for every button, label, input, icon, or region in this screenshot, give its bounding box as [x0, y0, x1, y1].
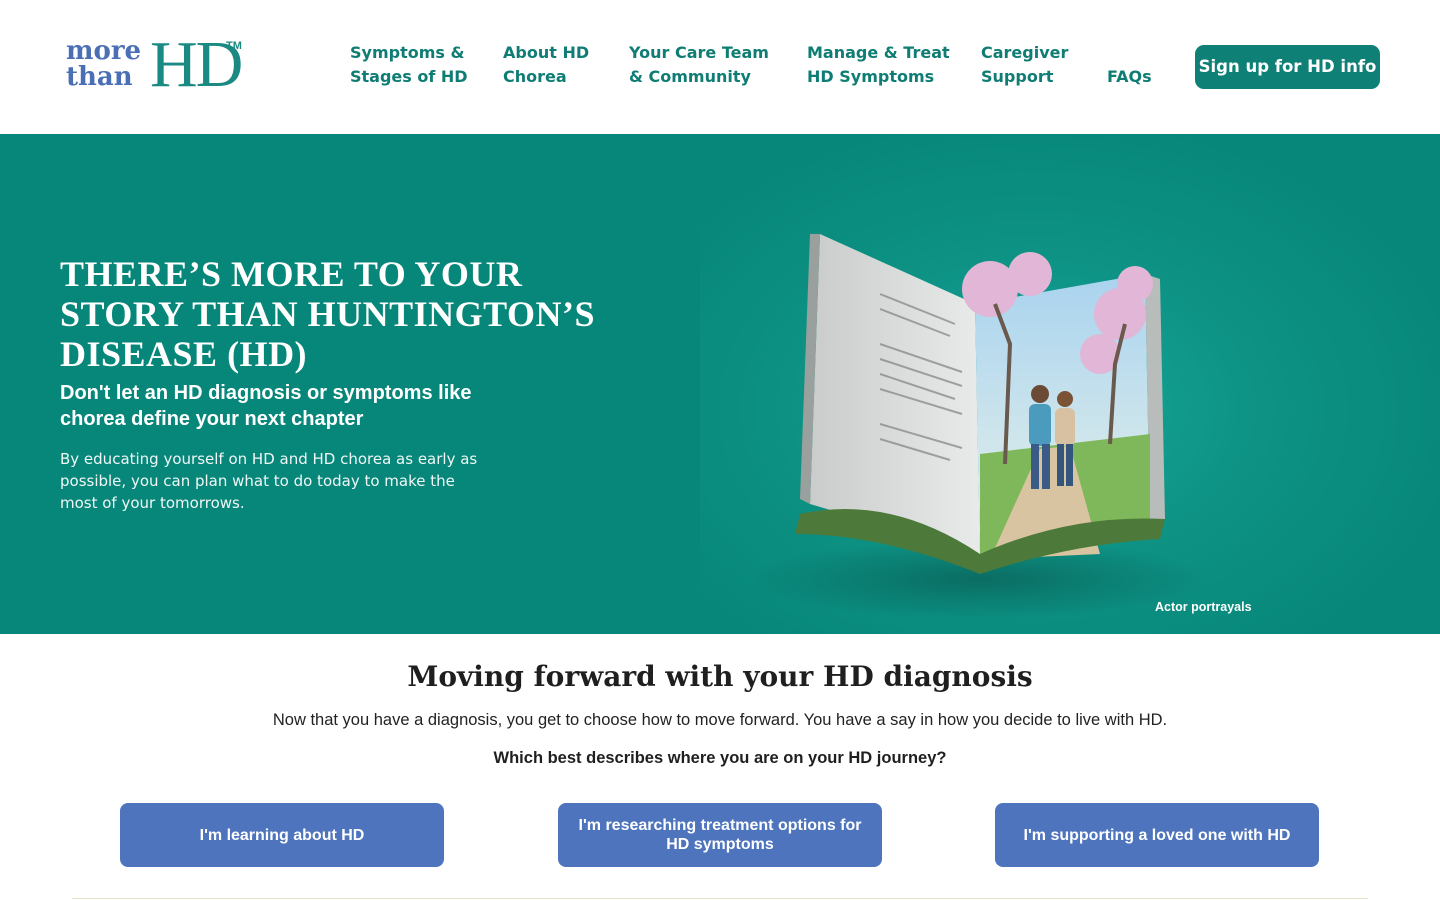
- journey-option-researching[interactable]: I'm researching treatment options for HD…: [558, 803, 882, 867]
- nav-symptoms-stages[interactable]: Symptoms & Stages of HD: [350, 41, 468, 89]
- journey-option-supporting[interactable]: I'm supporting a loved one with HD: [995, 803, 1319, 867]
- nav-about-hd-chorea[interactable]: About HD Chorea: [503, 41, 589, 89]
- journey-question: Which best describes where you are on yo…: [493, 749, 947, 767]
- logo-line-2: than: [66, 62, 133, 92]
- logo-trademark: TM: [226, 40, 242, 52]
- journey-option-learning[interactable]: I'm learning about HD: [120, 803, 444, 867]
- hero-title-emphasis: MORE: [231, 254, 346, 294]
- hero-title-part-1: THERE’S: [60, 254, 232, 294]
- hero-title: THERE’S MORE TO YOUR STORY THAN HUNTINGT…: [60, 254, 620, 374]
- section-divider: [72, 898, 1368, 899]
- nav-manage-treat[interactable]: Manage & Treat HD Symptoms: [807, 41, 950, 89]
- open-book-garden-illustration: [750, 234, 1210, 619]
- actor-portrayals-caption: Actor portrayals: [1155, 600, 1252, 614]
- logo-wordmark: more than: [66, 38, 141, 90]
- journey-title: Moving forward with your HD diagnosis: [407, 660, 1033, 693]
- journey-intro: Now that you have a diagnosis, you get t…: [272, 711, 1168, 729]
- nav-caregiver-support[interactable]: Caregiver Support: [981, 41, 1068, 89]
- hero-body: By educating yourself on HD and HD chore…: [60, 450, 478, 512]
- site-header: more than HD TM Symptoms & Stages of HD …: [0, 0, 1440, 134]
- site-logo[interactable]: more than HD TM: [66, 32, 256, 98]
- nav-faqs[interactable]: FAQs: [1107, 65, 1152, 89]
- signup-button[interactable]: Sign up for HD info: [1195, 45, 1380, 89]
- hero-subtitle: Don't let an HD diagnosis or symptoms li…: [60, 382, 472, 430]
- nav-care-team-community[interactable]: Your Care Team & Community: [629, 41, 769, 89]
- hero-banner: THERE’S MORE TO YOUR STORY THAN HUNTINGT…: [0, 134, 1440, 634]
